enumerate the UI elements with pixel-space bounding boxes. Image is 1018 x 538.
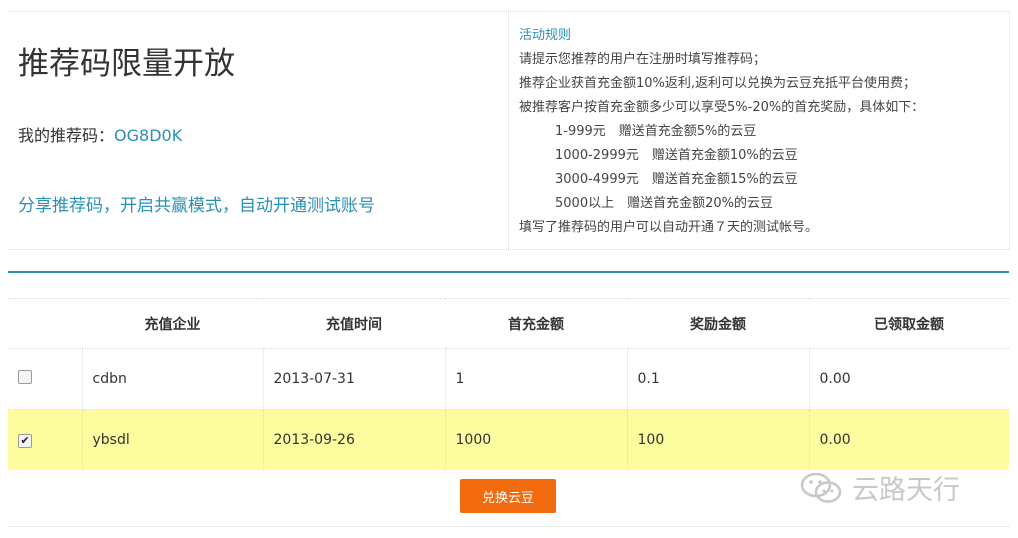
select-cell: ✔ [8, 409, 82, 470]
rule-tier: 1000-2999元 赠送首充金额10%的云豆 [555, 148, 798, 163]
row-checkbox-checked[interactable]: ✔ [18, 433, 32, 448]
share-referral-link[interactable]: 分享推荐码，开启共赢模式，自动开通测试账号 [18, 191, 375, 216]
table-row: cdbn 2013-07-31 1 0.1 0.00 [8, 348, 1009, 410]
rule-line: 被推荐客户按首充金额多少可以享受5%-20%的首充奖励，具体如下： [519, 100, 925, 115]
referral-code-line: 我的推荐码：OG8D0K [18, 122, 182, 146]
header-date: 充值时间 [263, 298, 445, 349]
rule-line: 请提示您推荐的用户在注册时填写推荐码； [519, 52, 767, 67]
referral-panel: 推荐码限量开放 我的推荐码：OG8D0K 分享推荐码，开启共赢模式，自动开通测试… [8, 12, 508, 249]
company-cell: cdbn [81, 348, 263, 410]
redeem-button[interactable]: 兑换云豆 [460, 479, 556, 513]
wechat-icon [800, 472, 842, 503]
watermark: 云路天行 [800, 468, 960, 507]
row-checkbox[interactable] [18, 370, 32, 384]
rules-list: 活动规则 请提示您推荐的用户在注册时填写推荐码； 推荐企业获首充金额10%返利,… [519, 24, 924, 240]
watermark-text: 云路天行 [852, 475, 960, 506]
first-amount-cell: 1000 [444, 409, 627, 470]
top-section: 推荐码限量开放 我的推荐码：OG8D0K 分享推荐码，开启共赢模式，自动开通测试… [8, 11, 1010, 250]
rule-tier: 3000-4999元 赠送首充金额15%的云豆 [555, 172, 798, 187]
page-title: 推荐码限量开放 [18, 46, 235, 82]
referral-code-label: 我的推荐码： [18, 126, 115, 145]
received-amount-cell: 0.00 [808, 409, 1009, 470]
reward-amount-cell: 0.1 [626, 348, 809, 410]
section-divider [8, 271, 1009, 273]
first-amount-cell: 1 [444, 348, 627, 410]
rule-tier: 5000以上 赠送首充金额20%的云豆 [555, 196, 773, 211]
select-cell [8, 348, 82, 410]
header-first-amount: 首充金额 [445, 298, 627, 349]
header-reward-amount: 奖励金额 [627, 298, 809, 349]
reward-amount-cell: 100 [626, 409, 809, 470]
date-cell: 2013-09-26 [262, 409, 445, 470]
header-received-amount: 已领取金额 [809, 298, 1009, 349]
rule-line: 推荐企业获首充金额10%返利,返利可以兑换为云豆充抵平台使用费； [519, 76, 917, 91]
rule-tier: 1-999元 赠送首充金额5%的云豆 [555, 124, 757, 139]
referral-code-value: OG8D0K [114, 126, 183, 145]
received-amount-cell: 0.00 [808, 348, 1009, 410]
rules-title: 活动规则 [519, 28, 572, 43]
rule-footer: 填写了推荐码的用户可以自动开通７天的测试帐号。 [519, 220, 819, 235]
table-header-row: 充值企业 充值时间 首充金额 奖励金额 已领取金额 [8, 298, 1009, 349]
company-cell: ybsdl [81, 409, 263, 470]
table-row-selected: ✔ ybsdl 2013-09-26 1000 100 0.00 [8, 409, 1009, 470]
date-cell: 2013-07-31 [262, 348, 445, 410]
header-select [8, 298, 82, 349]
rules-panel: 活动规则 请提示您推荐的用户在注册时填写推荐码； 推荐企业获首充金额10%返利,… [508, 12, 1010, 249]
recharge-table: 充值企业 充值时间 首充金额 奖励金额 已领取金额 cdbn 2013-07-3… [8, 298, 1009, 470]
header-company: 充值企业 [82, 298, 263, 349]
